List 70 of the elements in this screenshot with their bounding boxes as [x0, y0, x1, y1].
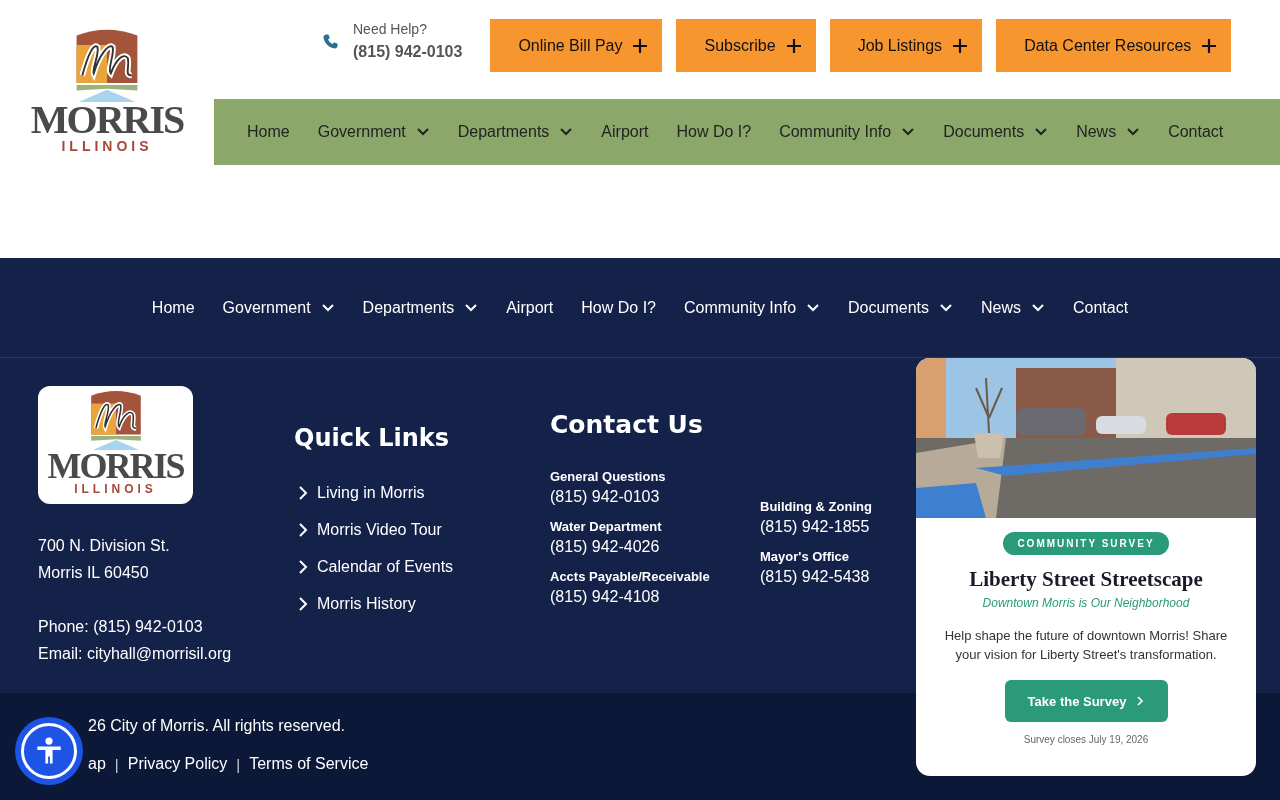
address-line: Morris IL 60450 [38, 563, 150, 583]
contact-label: Water Department [550, 519, 663, 535]
plus-icon [785, 37, 802, 54]
contact-phone: (815) 942-1855 [760, 517, 871, 537]
plus-icon [632, 37, 649, 54]
contact-label: General Questions [550, 469, 667, 485]
nav-item[interactable]: News [1062, 123, 1155, 141]
contact-phone: (815) 942-4108 [550, 587, 661, 607]
header-button[interactable]: Data Center Resources [996, 19, 1232, 72]
nav-item[interactable]: How Do I? [662, 123, 766, 141]
separator: | [235, 755, 242, 773]
plus-icon [952, 37, 969, 54]
logo-subtitle: ILLINOIS [61, 138, 153, 154]
logo-wordmark: MORRIS [30, 102, 184, 138]
nav-item[interactable]: Documents [929, 123, 1063, 141]
chevron-right-icon [298, 484, 308, 501]
contact-label: Building & Zoning [760, 499, 873, 515]
phone-icon [322, 32, 339, 50]
quick-link[interactable]: Living in Morris [317, 483, 425, 502]
header-button[interactable]: Job Listings [829, 19, 983, 72]
header-button[interactable]: Subscribe [676, 19, 816, 72]
header-button[interactable]: Online Bill Pay [490, 19, 663, 72]
contact-phone: (815) 942-4026 [550, 537, 661, 557]
survey-button[interactable]: Take the Survey [1004, 680, 1168, 722]
nav-item[interactable]: Contact [1154, 123, 1238, 141]
contact-phone: (815) 942-0103 [550, 487, 661, 507]
quick-link[interactable]: Calendar of Events [317, 557, 454, 576]
chevron-right-icon [1136, 695, 1145, 707]
nav-item[interactable]: Airport [492, 298, 568, 317]
survey-note: Survey closes July 19, 2026 [1023, 734, 1149, 745]
nav-item[interactable]: Airport [587, 123, 663, 141]
quick-link[interactable]: Morris History [317, 594, 416, 613]
contact-label: Accts Payable/Receivable [550, 569, 711, 585]
nav-item[interactable]: Departments [443, 123, 588, 141]
help-label: Need Help? [353, 21, 428, 37]
card-title: Liberty Street Streetscape [969, 567, 1203, 592]
nav-item[interactable]: Documents [834, 298, 967, 317]
nav-item[interactable]: Community Info [765, 123, 930, 141]
contact-label: Mayor's Office [760, 549, 851, 565]
copyright-text: 26 City of Morris. All rights reserved. [88, 717, 346, 735]
footer-link[interactable]: Terms of Service [249, 755, 369, 773]
section-heading: Quick Links [294, 424, 451, 452]
nav-item[interactable]: Departments [348, 298, 493, 317]
email-text: Email: cityhall@morrisil.org [38, 644, 233, 664]
section-heading: Contact Us [550, 410, 704, 439]
chevron-right-icon [298, 595, 308, 612]
chevron-right-icon [298, 521, 308, 538]
logo-wordmark: MORRIS [47, 450, 184, 482]
card-subtitle: Downtown Morris is Our Neighborhood [982, 596, 1190, 610]
nav-item[interactable]: Government [303, 123, 444, 141]
footer-link[interactable]: ap [88, 755, 106, 773]
chevron-right-icon [298, 558, 308, 575]
card-description: Help shape the future of downtown Morris! Share your vision for Liberty Street's transformation. [943, 627, 1229, 664]
address-line: 700 N. Division St. [38, 536, 171, 556]
plus-icon [1201, 37, 1218, 54]
nav-item[interactable]: Community Info [670, 298, 835, 317]
help-phone: (815) 942-0103 [353, 43, 463, 61]
nav-item[interactable]: Home [233, 123, 304, 141]
nav-item[interactable]: How Do I? [567, 298, 670, 317]
quick-link[interactable]: Morris Video Tour [317, 520, 442, 539]
phone-text: Phone: (815) 942-0103 [38, 617, 204, 637]
logo-subtitle: ILLINOIS [74, 482, 157, 496]
nav-item[interactable]: News [967, 298, 1059, 317]
footer-link[interactable]: Privacy Policy [127, 755, 228, 773]
nav-item[interactable]: Government [208, 298, 349, 317]
separator: | [113, 755, 120, 773]
nav-item[interactable]: Home [137, 298, 209, 317]
nav-item[interactable]: Contact [1059, 298, 1143, 317]
survey-badge: COMMUNITY SURVEY [1003, 532, 1169, 555]
contact-phone: (815) 942-5438 [760, 567, 871, 587]
